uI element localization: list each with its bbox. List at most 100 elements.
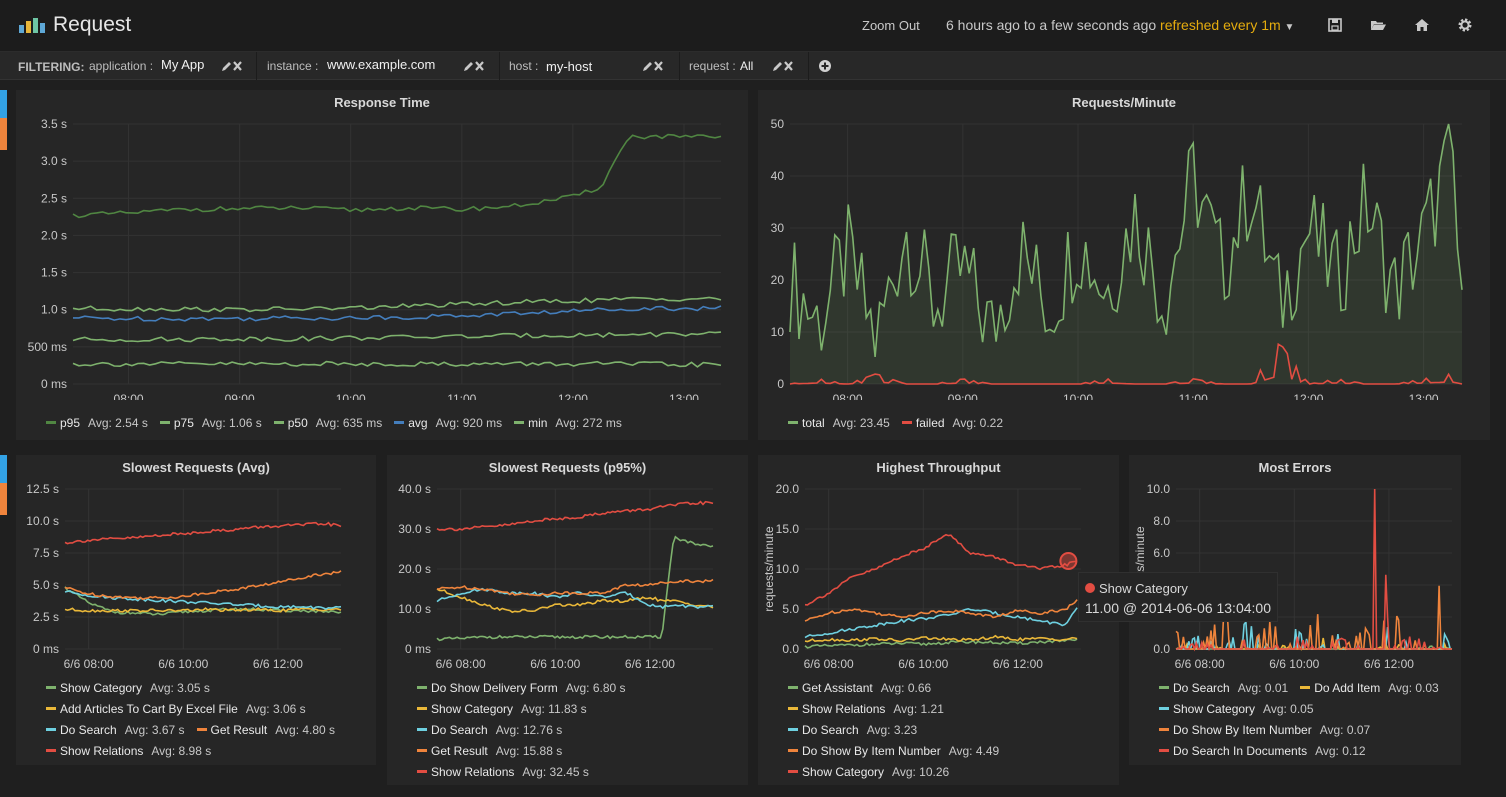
legend-item[interactable]: Do Show By Item Number Avg: 4.49 xyxy=(788,744,1011,758)
legend-series-avg: Avg: 4.49 xyxy=(948,744,1000,758)
legend-item[interactable]: Show Category Avg: 3.05 s xyxy=(46,681,222,695)
legend-item[interactable]: Do Show By Item Number Avg: 0.07 xyxy=(1159,723,1382,737)
filter-value[interactable]: My App xyxy=(161,57,204,72)
filter-value[interactable]: my-host xyxy=(546,59,592,74)
legend-item[interactable]: Get Result Avg: 15.88 s xyxy=(417,744,574,758)
legend-series-name[interactable]: Show Category xyxy=(1173,702,1255,716)
filter-value[interactable]: www.example.com xyxy=(327,57,435,72)
panel-title[interactable]: Slowest Requests (p95%) xyxy=(387,460,748,475)
legend-series-name[interactable]: Do Search xyxy=(431,723,488,737)
legend-item[interactable]: Get Assistant Avg: 0.66 xyxy=(788,681,943,695)
legend-series-name[interactable]: Show Category xyxy=(802,765,884,779)
legend-item[interactable]: Do Search Avg: 3.67 s xyxy=(46,723,197,737)
legend-series-name[interactable]: Show Relations xyxy=(431,765,514,779)
legend-series-name[interactable]: failed xyxy=(916,416,945,430)
legend-series-avg: Avg: 8.98 s xyxy=(151,744,212,758)
hover-point-marker xyxy=(1059,552,1078,570)
panel-response-time[interactable]: Response Time 0 ms 500 ms 1.0 s 1.5 s 2.0 s 2… xyxy=(16,90,748,440)
legend-series-name[interactable]: Get Assistant xyxy=(802,681,873,695)
x-tick-label: 6/6 12:00 xyxy=(625,657,675,670)
legend-item[interactable]: p75 Avg: 1.06 s xyxy=(159,416,274,430)
legend-item[interactable]: Show Category Avg: 11.83 s xyxy=(417,702,599,716)
time-range-picker[interactable]: 6 hours ago to a few seconds ago refresh… xyxy=(946,17,1294,33)
panel-slowest-requests-p95[interactable]: Slowest Requests (p95%) 0 ms 10.0 s 20.0 s… xyxy=(387,455,748,785)
legend-series-name[interactable]: Do Show By Item Number xyxy=(802,744,941,758)
add-filter-icon[interactable] xyxy=(818,59,832,73)
legend-series-name[interactable]: Get Result xyxy=(431,744,488,758)
filter-value[interactable]: All xyxy=(740,59,753,73)
legend-item[interactable]: p50 Avg: 635 ms xyxy=(273,416,395,430)
x-tick-label: 12:00 xyxy=(1293,392,1323,400)
legend-series-name[interactable]: total xyxy=(802,416,825,430)
folder-open-icon[interactable] xyxy=(1369,16,1387,34)
legend-item[interactable]: Do Search In Documents Avg: 0.12 xyxy=(1159,744,1378,758)
legend-item[interactable]: Do Search Avg: 3.23 xyxy=(788,723,929,737)
edit-remove-icon[interactable] xyxy=(463,60,485,72)
filter-application[interactable]: application : My App xyxy=(84,52,257,80)
legend-item[interactable]: Do Search Avg: 12.76 s xyxy=(417,723,574,737)
legend-series-avg: Avg: 12.76 s xyxy=(495,723,563,737)
legend-item[interactable]: Do Show Delivery Form Avg: 6.80 s xyxy=(417,681,638,695)
legend-item[interactable]: Get Result Avg: 4.80 s xyxy=(196,723,348,737)
filter-instance[interactable]: instance : www.example.com xyxy=(257,52,500,80)
edit-remove-icon[interactable] xyxy=(772,60,794,72)
legend-item[interactable]: Do Add Item Avg: 0.03 xyxy=(1300,681,1451,695)
legend-series-name[interactable]: Do Search xyxy=(802,723,859,737)
panel-highest-throughput[interactable]: Highest Throughput 0.0 5.0 10.0 15.0 20.0 6/6… xyxy=(758,455,1119,785)
filter-host[interactable]: host : my-host xyxy=(500,52,680,80)
legend-series-name[interactable]: Do Search xyxy=(60,723,117,737)
legend-series-name[interactable]: Add Articles To Cart By Excel File xyxy=(60,702,238,716)
legend-series-name[interactable]: p95 xyxy=(60,416,80,430)
legend-series-name[interactable]: Do Show Delivery Form xyxy=(431,681,558,695)
panel-requests-per-minute[interactable]: Requests/Minute 0 10 20 30 40 50 08:00 09:00 10:… xyxy=(758,90,1490,440)
series-line-get-result xyxy=(436,578,714,597)
filter-request[interactable]: request : All xyxy=(680,52,809,80)
most-errors-chart: 0.02.04.06.08.010.06/6 08:006/6 10:006/6… xyxy=(1133,482,1453,671)
legend-item[interactable]: Show Relations Avg: 1.21 xyxy=(788,702,956,716)
legend-item[interactable]: p95 Avg: 2.54 s xyxy=(46,416,160,430)
legend-series-name[interactable]: Do Search xyxy=(1173,681,1230,695)
legend-series-avg: Avg: 0.05 xyxy=(1263,702,1314,716)
edit-remove-icon[interactable] xyxy=(642,60,664,72)
legend-series-name[interactable]: Get Result xyxy=(211,723,268,737)
legend-series-name[interactable]: Show Relations xyxy=(60,744,143,758)
legend-series-name[interactable]: Do Add Item xyxy=(1314,681,1380,695)
legend-series-name[interactable]: Do Search In Documents xyxy=(1173,744,1307,758)
legend-series-name[interactable]: min xyxy=(528,416,547,430)
legend-series-name[interactable]: Do Show By Item Number xyxy=(1173,723,1312,737)
legend-series-name[interactable]: avg xyxy=(408,416,427,430)
edit-remove-icon[interactable] xyxy=(221,60,243,72)
legend-item[interactable]: failed Avg: 0.22 xyxy=(901,416,1015,430)
legend-item[interactable]: Add Articles To Cart By Excel File Avg: 3… xyxy=(46,702,318,716)
home-icon[interactable] xyxy=(1413,16,1431,34)
save-icon[interactable] xyxy=(1326,16,1344,34)
row-add-panel-handle[interactable] xyxy=(0,483,7,515)
row-collapse-handle[interactable] xyxy=(0,90,7,118)
legend-item[interactable]: total Avg: 23.45 xyxy=(788,416,902,430)
row-add-panel-handle[interactable] xyxy=(0,118,7,150)
legend-series-name[interactable]: p75 xyxy=(174,416,194,430)
legend-item[interactable]: Show Relations Avg: 32.45 s xyxy=(417,765,601,779)
panel-title[interactable]: Requests/Minute xyxy=(758,95,1490,110)
zoom-out-button[interactable]: Zoom Out xyxy=(862,18,920,33)
legend-item[interactable]: Show Category Avg: 10.26 xyxy=(788,765,961,779)
grafana-logo-icon[interactable] xyxy=(18,15,48,35)
legend-item[interactable]: Do Search Avg: 0.01 xyxy=(1159,681,1300,695)
row-collapse-handle[interactable] xyxy=(0,455,7,483)
panel-title[interactable]: Response Time xyxy=(16,95,748,110)
panel-title[interactable]: Slowest Requests (Avg) xyxy=(16,460,376,475)
legend-item[interactable]: min Avg: 272 ms xyxy=(514,416,634,430)
panel-title[interactable]: Most Errors xyxy=(1129,460,1461,475)
legend-series-name[interactable]: Show Category xyxy=(431,702,513,716)
legend-series-name[interactable]: Show Relations xyxy=(802,702,885,716)
gear-icon[interactable] xyxy=(1456,16,1474,34)
legend-series-name[interactable]: Show Category xyxy=(60,681,142,695)
legend-item[interactable]: avg Avg: 920 ms xyxy=(394,416,514,430)
dashboard-title[interactable]: Request xyxy=(53,13,131,37)
y-tick-label: 0 ms xyxy=(33,642,59,656)
panel-slowest-requests-avg[interactable]: Slowest Requests (Avg) 0 ms 2.5 s 5.0 s 7.5… xyxy=(16,455,376,765)
legend-item[interactable]: Show Relations Avg: 8.98 s xyxy=(46,744,223,758)
legend-series-name[interactable]: p50 xyxy=(288,416,308,430)
legend-item[interactable]: Show Category Avg: 0.05 xyxy=(1159,702,1326,716)
panel-title[interactable]: Highest Throughput xyxy=(758,460,1119,475)
